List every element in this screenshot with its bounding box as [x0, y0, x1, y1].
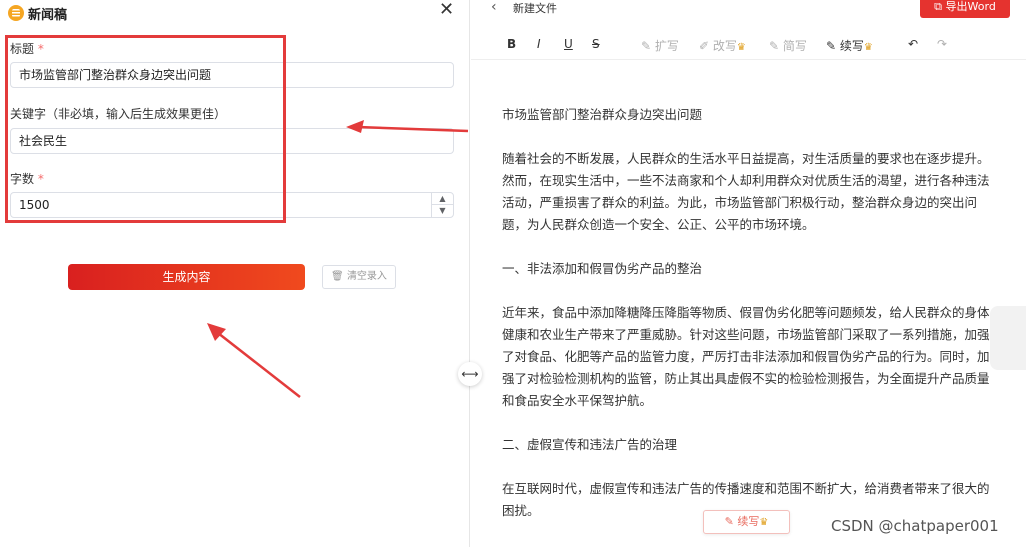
continue-writing-button[interactable]: ✎ 续写♛: [826, 37, 873, 54]
document-paragraph: 随着社会的不断发展，人民群众的生活水平日益提高，对生活质量的要求也在逐步提升。然…: [502, 151, 990, 232]
bold-button[interactable]: B: [507, 37, 516, 51]
italic-button[interactable]: I: [537, 37, 541, 51]
floating-continue-label: 续写: [737, 515, 760, 528]
export-icon: ⧉: [934, 0, 943, 13]
generate-button[interactable]: 生成内容: [68, 264, 305, 290]
rewrite-icon: ✐: [699, 39, 710, 53]
shorten-icon: ✎: [769, 39, 780, 53]
crown-icon: ♛: [759, 517, 769, 528]
export-word-label: 导出Word: [945, 0, 996, 13]
decrement-icon[interactable]: ▼: [432, 205, 453, 217]
expand-icon: ✎: [641, 39, 652, 53]
redo-icon[interactable]: ↷: [937, 37, 947, 51]
document-heading: 一、非法添加和假冒伪劣产品的整治: [502, 261, 703, 276]
clear-input-button[interactable]: 🗑 清空录入: [322, 265, 396, 289]
annotation-box: [5, 35, 286, 223]
trash-icon: 🗑: [331, 271, 344, 282]
continue-writing-icon: ✎: [826, 39, 837, 53]
wordcount-stepper[interactable]: ▲ ▼: [431, 193, 453, 217]
expand-label: 扩写: [654, 39, 679, 53]
underline-button[interactable]: U: [564, 37, 573, 51]
editor-panel: ‹ 新建文件 ⧉ 导出Word B I U S ✎ 扩写 ✐ 改写♛ ✎ 简写 …: [471, 0, 1026, 547]
editor-toolbar: B I U S ✎ 扩写 ✐ 改写♛ ✎ 简写 ✎ 续写♛ ↶ ↷: [471, 32, 1026, 60]
document-paragraph: 近年来，食品中添加降糖降压降脂等物质、假冒伪劣化肥等问题频发，给人民群众的身体健…: [502, 305, 990, 408]
left-header: 新闻稿 ✕: [0, 0, 470, 28]
left-panel: 新闻稿 ✕ 标题 * 市场监管部门整治群众身边突出问题 关键字（非必填，输入后生…: [0, 0, 470, 547]
crown-icon: ♛: [736, 42, 746, 53]
annotation-arrow-right: [346, 120, 469, 133]
export-word-button[interactable]: ⧉ 导出Word: [920, 0, 1010, 18]
close-icon[interactable]: ✕: [439, 1, 454, 19]
document-logo-icon: [8, 5, 24, 21]
clear-input-label: 清空录入: [346, 271, 387, 282]
back-icon[interactable]: ‹: [491, 0, 497, 15]
rewrite-button[interactable]: ✐ 改写♛: [699, 37, 746, 54]
continue-writing-label: 续写: [839, 39, 864, 53]
undo-icon[interactable]: ↶: [908, 37, 918, 51]
editor-top-bar: ‹ 新建文件 ⧉ 导出Word: [471, 0, 1026, 18]
continue-writing-icon: ✎: [724, 515, 734, 528]
document-body[interactable]: 市场监管部门整治群众身边突出问题 随着社会的不断发展，人民群众的生活水平日益提高…: [502, 104, 990, 544]
watermark: CSDN @chatpaper001: [831, 517, 999, 535]
strikethrough-button[interactable]: S: [592, 37, 600, 51]
document-name: 新建文件: [513, 2, 557, 15]
document-heading: 二、虚假宣传和违法广告的治理: [502, 437, 678, 452]
floating-continue-button[interactable]: ✎ 续写♛: [703, 510, 790, 534]
side-panel-tab[interactable]: [990, 306, 1026, 370]
annotation-arrow-diagonal: [207, 323, 301, 398]
panel-title: 新闻稿: [28, 8, 68, 23]
crown-icon: ♛: [863, 42, 873, 53]
resize-handle-icon[interactable]: ⟷: [458, 362, 482, 386]
shorten-button[interactable]: ✎ 简写: [769, 37, 807, 54]
increment-icon[interactable]: ▲: [432, 193, 453, 205]
rewrite-label: 改写: [712, 39, 737, 53]
shorten-label: 简写: [782, 39, 807, 53]
expand-button[interactable]: ✎ 扩写: [641, 37, 679, 54]
document-title: 市场监管部门整治群众身边突出问题: [502, 107, 703, 122]
